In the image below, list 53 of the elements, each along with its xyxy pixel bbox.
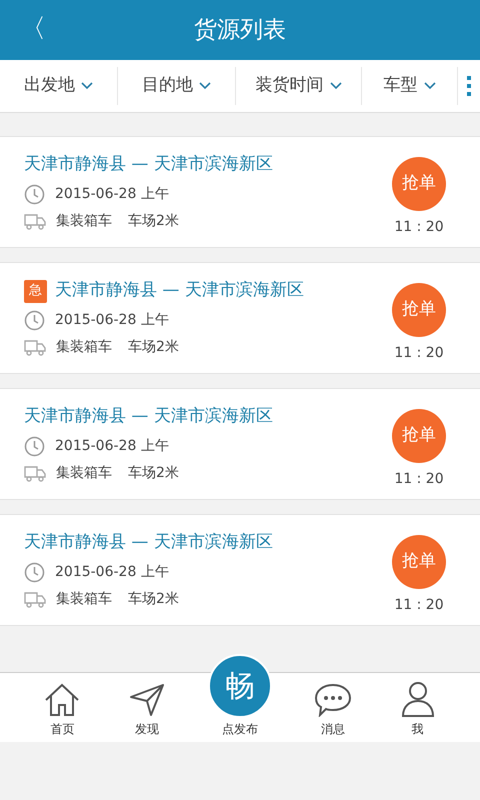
route-text: 天津市静海县 — 天津市滨海新区 [55,279,304,302]
listing-card[interactable]: 天津市静海县 — 天津市滨海新区 2015-06-28 上午 集装箱车 车场2米 抢单 11 : 20 [0,514,480,626]
listing-card[interactable]: 天津市静海县 — 天津市滨海新区 2015-06-28 上午 集装箱车 车场2米 抢单 11 : 20 [0,136,480,248]
clock-icon [24,562,45,583]
date-text: 2015-06-28 上午 [55,310,169,330]
truck-type-text: 集装箱车 [56,338,112,357]
date-text: 2015-06-28 上午 [55,436,169,456]
chevron-down-icon [81,82,93,90]
truck-type-text: 集装箱车 [56,590,112,609]
nav-tab[interactable]: 发现 [117,683,178,738]
chevron-down-icon [199,82,211,90]
clock-icon [24,310,45,331]
nav-tab[interactable]: 首页 [32,683,92,738]
truck-length-text: 车场2米 [128,464,179,483]
truck-icon [24,464,46,482]
route-text: 天津市静海县 — 天津市滨海新区 [24,153,273,176]
publish-logo: 畅 [208,654,272,718]
listing-card[interactable]: 急 天津市静海县 — 天津市滨海新区 2015-06-28 上午 集装箱车 车场2米 抢单 11 : 20 [0,262,480,374]
date-text: 2015-06-28 上午 [55,184,169,204]
back-button[interactable]: 〈 [20,16,46,42]
route-text: 天津市静海县 — 天津市滨海新区 [24,405,273,428]
chevron-down-icon [330,82,342,90]
time-text: 11 : 20 [394,344,444,362]
truck-type-text: 集装箱车 [56,464,112,483]
filter-dropdown[interactable]: 车型 [362,67,458,105]
date-text: 2015-06-28 上午 [55,562,169,582]
time-text: 11 : 20 [394,218,444,236]
truck-icon [24,338,46,356]
chevron-down-icon [424,82,436,90]
urgent-badge: 急 [24,280,47,302]
truck-length-text: 车场2米 [128,590,179,609]
route-text: 天津市静海县 — 天津市滨海新区 [24,531,273,554]
time-text: 11 : 20 [394,470,444,488]
truck-icon [24,212,46,230]
filter-dropdown[interactable]: 出发地 [0,67,118,105]
nav-tab[interactable]: 消息 [302,683,363,738]
truck-length-text: 车场2米 [128,338,179,357]
clock-icon [24,436,45,457]
page-title: 货源列表 [194,16,286,45]
publish-button[interactable]: 畅 点发布 [202,654,278,738]
paper-plane-icon [129,683,166,717]
nav-tab[interactable]: 我 [388,681,448,738]
person-icon [400,681,436,717]
clock-icon [24,184,45,205]
truck-length-text: 车场2米 [128,212,179,231]
filter-dropdown[interactable]: 目的地 [118,67,236,105]
home-icon [44,683,80,717]
time-text: 11 : 20 [394,596,444,614]
chat-bubble-icon [314,683,352,717]
listing-card[interactable]: 天津市静海县 — 天津市滨海新区 2015-06-28 上午 集装箱车 车场2米 抢单 11 : 20 [0,388,480,500]
truck-icon [24,590,46,608]
truck-type-text: 集装箱车 [56,212,112,231]
filter-dropdown[interactable]: 装货时间 [236,67,362,105]
